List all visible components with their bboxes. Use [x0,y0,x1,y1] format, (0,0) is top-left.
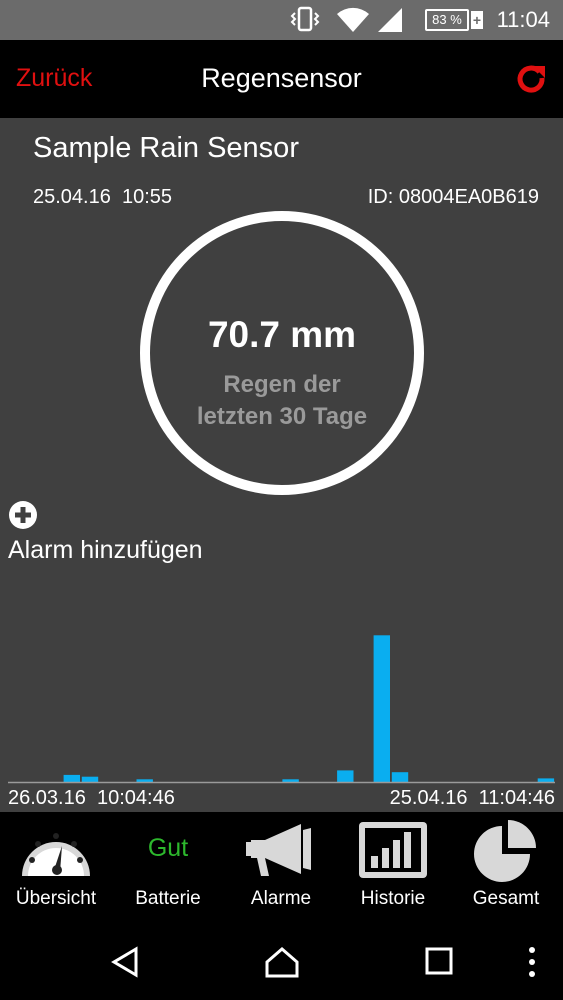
x-axis-start-label: 26.03.16 10:04:46 [8,787,175,809]
x-axis-end-label: 25.04.16 11:04:46 [389,787,555,809]
tab-battery[interactable]: Gut Batterie [112,812,224,922]
tab-label: Historie [360,888,426,909]
bar-chart-icon [359,822,427,878]
chart-bar [63,774,80,782]
recents-icon[interactable] [424,946,454,976]
sensor-timestamp: 25.04.16 10:55 [33,186,173,208]
rain-history-chart [8,635,555,784]
chart-bar [81,776,99,782]
rain-period-label: Regen der letzten 30 Tage [170,369,394,433]
tab-history[interactable]: Historie [337,812,449,922]
rain-period-line1: Regen der [223,371,341,398]
system-nav-bar [0,922,563,1000]
action-bar: Zurück Regensensor [0,40,563,118]
back-icon[interactable] [110,946,142,978]
chart-bar [282,779,299,782]
tab-label: Gesamt [472,888,540,909]
home-icon[interactable] [264,946,300,978]
refresh-icon[interactable] [515,62,547,94]
tab-label: Alarme [250,888,312,909]
bottom-tab-bar: Übersicht Gut Batterie Alarme Historie G… [0,812,563,922]
chart-bar [391,772,409,782]
page-title: Regensensor [201,63,362,93]
tab-overview[interactable]: Übersicht [0,812,112,922]
tab-alarms[interactable]: Alarme [225,812,337,922]
chart-bar [337,770,354,782]
sensor-name: Sample Rain Sensor [33,132,299,164]
chart-bar [537,778,555,782]
status-bar: 83 % + 11:04 [0,0,563,40]
battery-icon: 83 % + [425,9,483,31]
battery-charging: + [471,11,483,29]
tab-total[interactable]: Gesamt [450,812,562,922]
chart-bar [373,635,390,782]
tab-label: Batterie [135,888,201,909]
vibrate-icon [290,6,320,32]
rain-value: 70.7 mm [207,314,357,355]
add-circle-icon[interactable] [8,500,38,530]
sensor-id: ID: 08004EA0B619 [367,186,539,208]
wifi-icon [337,7,369,32]
status-time: 11:04 [496,7,550,32]
gauge-icon [22,833,90,876]
signal-icon [378,8,402,32]
chart-bar [136,779,153,782]
tab-label: Übersicht [15,888,97,909]
battery-status: Gut [147,834,189,862]
overflow-menu-icon[interactable] [526,946,538,978]
battery-percent: 83 % [425,9,469,31]
rain-gauge-ring: 70.7 mm Regen der letzten 30 Tage [140,211,424,495]
add-alarm-button[interactable]: Alarm hinzufügen [8,536,203,565]
pie-chart-icon [474,820,536,882]
megaphone-icon [246,824,311,876]
rain-period-line2: letzten 30 Tage [196,403,368,430]
main-panel: Sample Rain Sensor 25.04.16 10:55 ID: 08… [0,118,563,812]
